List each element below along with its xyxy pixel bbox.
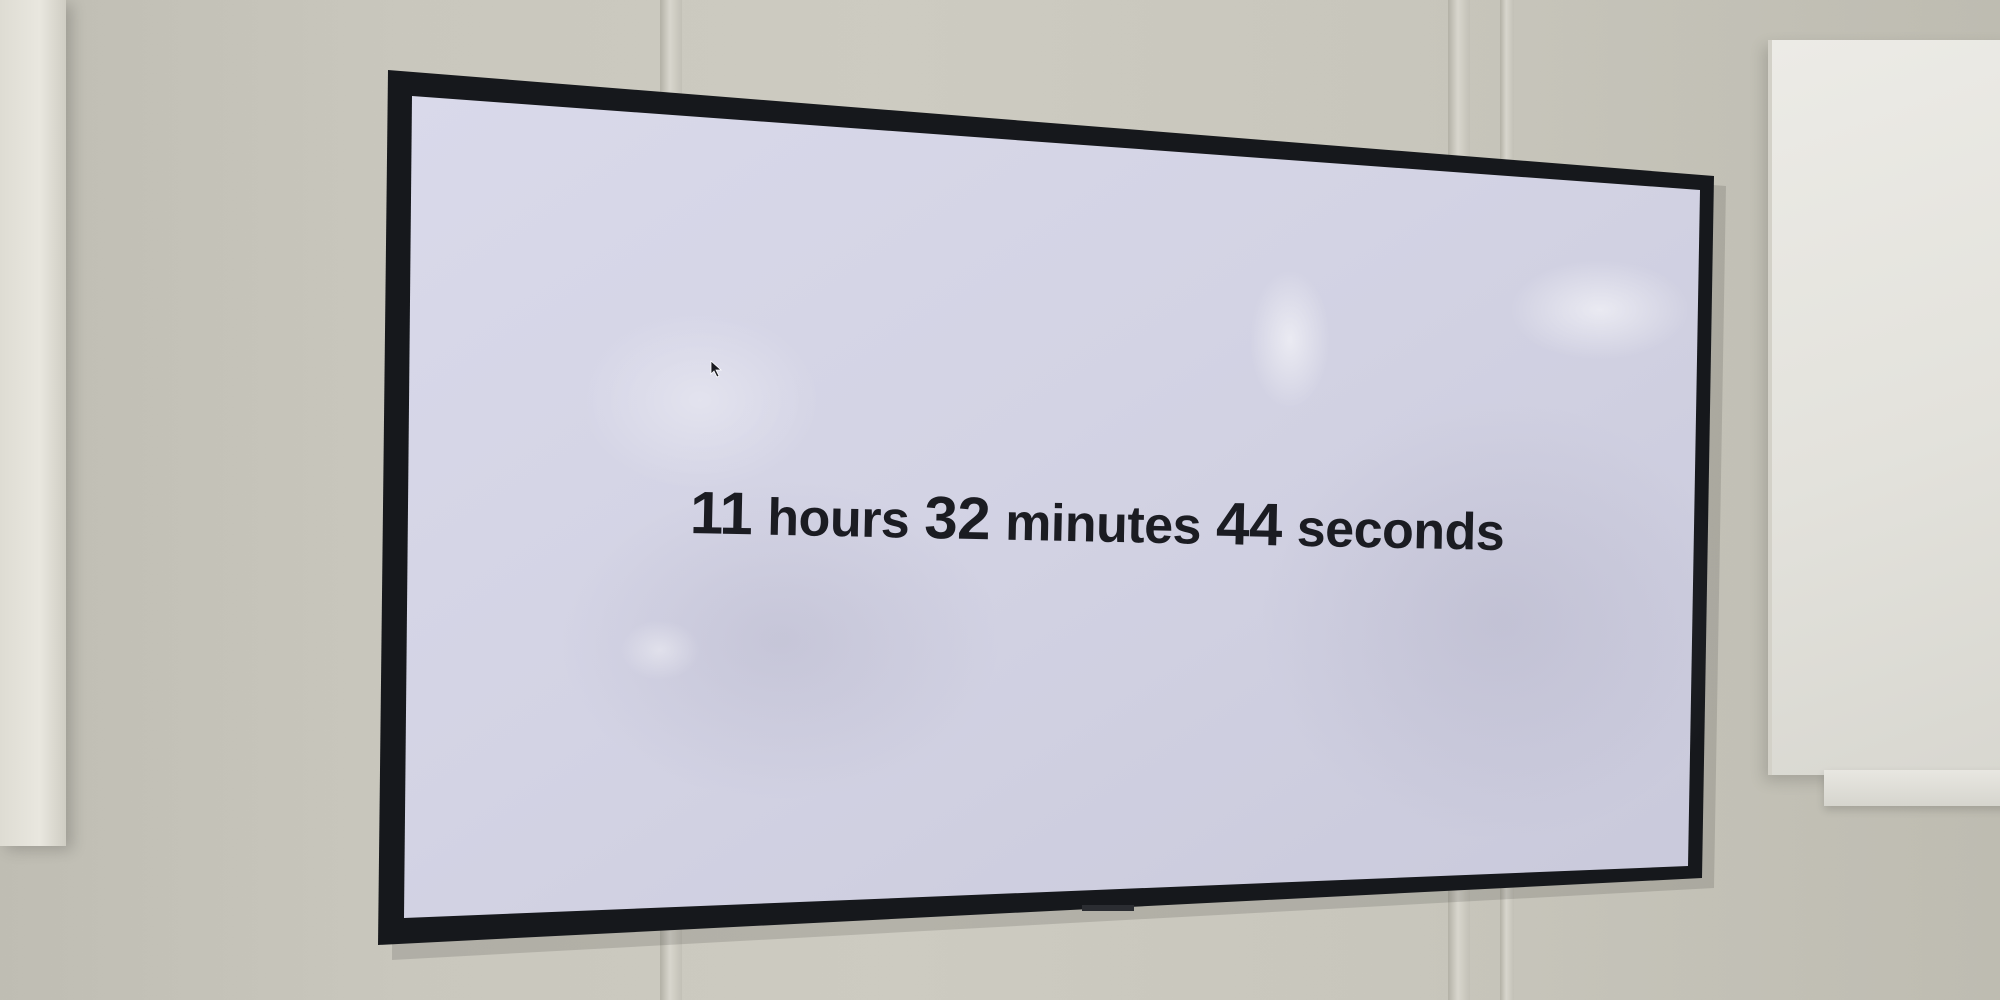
screen-reflection <box>620 620 700 680</box>
hours-label: hours <box>766 488 910 550</box>
mouse-cursor-icon <box>710 360 723 378</box>
minutes-value: 32 <box>923 483 991 553</box>
tv-logo-strip <box>1082 905 1134 911</box>
screen-reflection <box>1510 260 1690 360</box>
seconds-label: seconds <box>1296 499 1505 563</box>
screen-reflection <box>1260 400 1740 840</box>
screen-reflection <box>1250 270 1330 410</box>
minutes-label: minutes <box>1004 493 1202 556</box>
screen-reflection <box>580 310 820 490</box>
hours-value: 11 <box>689 479 754 548</box>
room-scene: 11 hours 32 minutes 44 seconds <box>0 0 2000 1000</box>
seconds-value: 44 <box>1215 490 1283 559</box>
